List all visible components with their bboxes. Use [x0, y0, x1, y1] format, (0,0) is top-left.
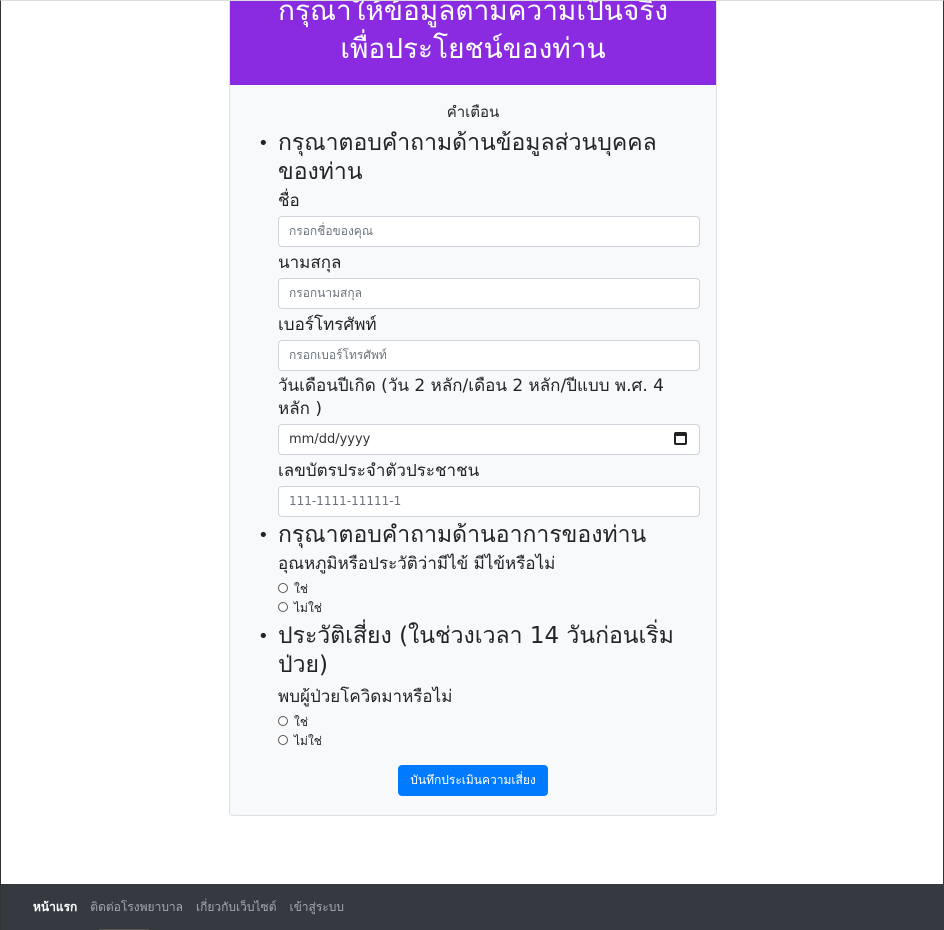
fever-yes-radio[interactable] — [278, 582, 288, 593]
section-symptoms: กรุณาตอบคำถามด้านอาการของท่าน อุณหภูมิหร… — [258, 521, 699, 618]
question-sections: กรุณาตอบคำถามด้านข้อมูลส่วนบุคคลของท่าน … — [258, 129, 700, 751]
covid-no-radio[interactable] — [278, 734, 288, 745]
nav-contact-hospital[interactable]: ติดต่อโรงพยาบาล — [90, 884, 183, 930]
fever-no-label: ไม่ใช่ — [294, 601, 322, 615]
dob-label: วันเดือนปีเกิด (วัน 2 หลัก/เดือน 2 หลัก/… — [278, 376, 664, 419]
calendar-icon[interactable] — [674, 432, 687, 445]
first-name-label: ชื่อ — [278, 191, 300, 211]
covid-yes-label: ใช่ — [294, 715, 309, 729]
fever-no-radio[interactable] — [278, 601, 288, 612]
fever-question: อุณหภูมิหรือประวัติว่ามีไข้ มีไข้หรือไม่ — [278, 554, 556, 574]
nav-home[interactable]: หน้าแรก — [33, 884, 77, 930]
dob-placeholder: mm/dd/yyyy — [289, 432, 371, 447]
nav-about[interactable]: เกี่ยวกับเว็บไซต์ — [196, 884, 276, 930]
submit-assessment-button[interactable]: บันทึกประเมินความเสี่ยง — [398, 765, 548, 796]
covid-contact-question: พบผู้ป่วยโควิดมาหรือไม่ — [278, 687, 453, 707]
section-risk: ประวัติเสี่ยง (ในช่วงเวลา 14 วันก่อนเริ่… — [258, 622, 699, 751]
page: กรุณาให้ข้อมูลตามความเป็นจริง เพื่อประโย… — [0, 0, 944, 930]
id-card-input[interactable]: 111-1111-11111-1 — [278, 486, 700, 517]
card-header: กรุณาให้ข้อมูลตามความเป็นจริง เพื่อประโย… — [230, 1, 716, 85]
phone-label: เบอร์โทรศัพท์ — [278, 315, 377, 335]
covid-no-option[interactable]: ไม่ใช่ — [278, 732, 699, 751]
assessment-card: กรุณาให้ข้อมูลตามความเป็นจริง เพื่อประโย… — [229, 1, 717, 816]
section-personal: กรุณาตอบคำถามด้านข้อมูลส่วนบุคคลของท่าน … — [258, 129, 700, 517]
section-risk-heading: ประวัติเสี่ยง (ในช่วงเวลา 14 วันก่อนเริ่… — [278, 623, 674, 678]
fever-no-option[interactable]: ไม่ใช่ — [278, 599, 699, 618]
covid-yes-option[interactable]: ใช่ — [278, 713, 699, 732]
nav-login[interactable]: เข้าสู่ระบบ — [289, 884, 344, 930]
fever-yes-option[interactable]: ใช่ — [278, 580, 699, 599]
section-symptoms-heading: กรุณาตอบคำถามด้านอาการของท่าน — [278, 522, 647, 548]
dob-input[interactable]: mm/dd/yyyy — [278, 424, 700, 455]
covid-yes-radio[interactable] — [278, 715, 288, 726]
footer-navbar: หน้าแรก ติดต่อโรงพยาบาล เกี่ยวกับเว็บไซต… — [1, 884, 944, 930]
phone-input[interactable]: กรอกเบอร์โทรศัพท์ — [278, 340, 700, 371]
warning-title: คำเตือน — [446, 103, 500, 121]
last-name-label: นามสกุล — [278, 253, 342, 273]
header-title-line1: กรุณาให้ข้อมูลตามความเป็นจริง — [278, 1, 668, 27]
header-title-line2: เพื่อประโยชน์ของท่าน — [340, 32, 606, 65]
covid-no-label: ไม่ใช่ — [294, 734, 322, 748]
section-personal-heading: กรุณาตอบคำถามด้านข้อมูลส่วนบุคคลของท่าน — [278, 130, 657, 185]
last-name-input[interactable]: กรอกนามสกุล — [278, 278, 700, 309]
fever-yes-label: ใช่ — [294, 582, 309, 596]
first-name-input[interactable]: กรอกชื่อของคุณ — [278, 216, 700, 247]
id-card-label: เลขบัตรประจำตัวประชาชน — [278, 461, 480, 481]
submit-wrap: บันทึกประเมินความเสี่ยง — [230, 765, 716, 796]
